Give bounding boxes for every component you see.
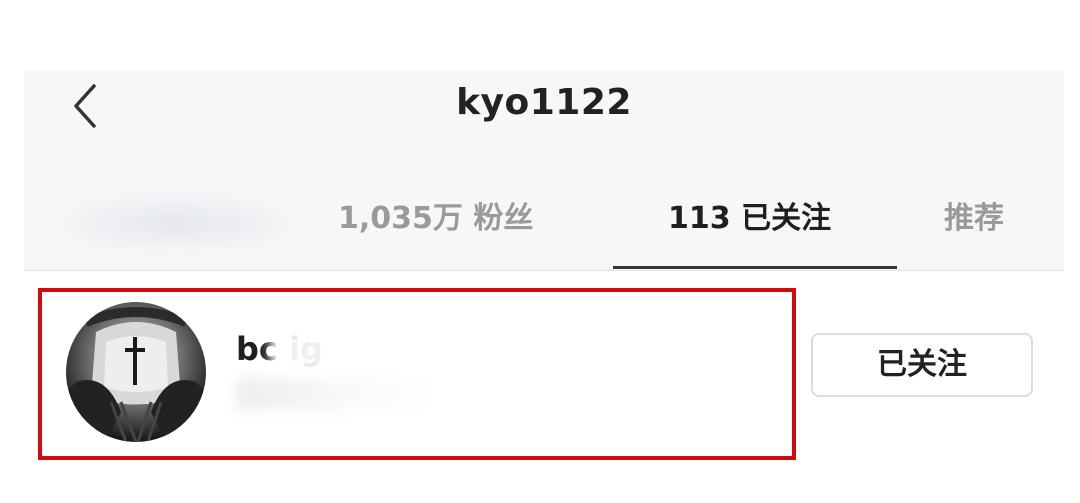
- following-button[interactable]: 已关注: [811, 333, 1033, 397]
- highlight-box: [38, 288, 796, 460]
- tabs-divider: [24, 270, 1064, 271]
- active-tab-indicator: [613, 266, 897, 269]
- tab-following[interactable]: 113 已关注: [668, 196, 831, 242]
- tab-followers[interactable]: 1,035万 粉丝: [338, 196, 533, 242]
- profile-following-screen: kyo1122 1,035万 粉丝 113 已关注 推荐 bc 已关注: [0, 0, 1080, 503]
- tab-suggested[interactable]: 推荐: [944, 196, 1004, 242]
- top-strip: [0, 0, 1080, 70]
- blurred-tab: [60, 196, 290, 246]
- page-title: kyo1122: [456, 82, 632, 123]
